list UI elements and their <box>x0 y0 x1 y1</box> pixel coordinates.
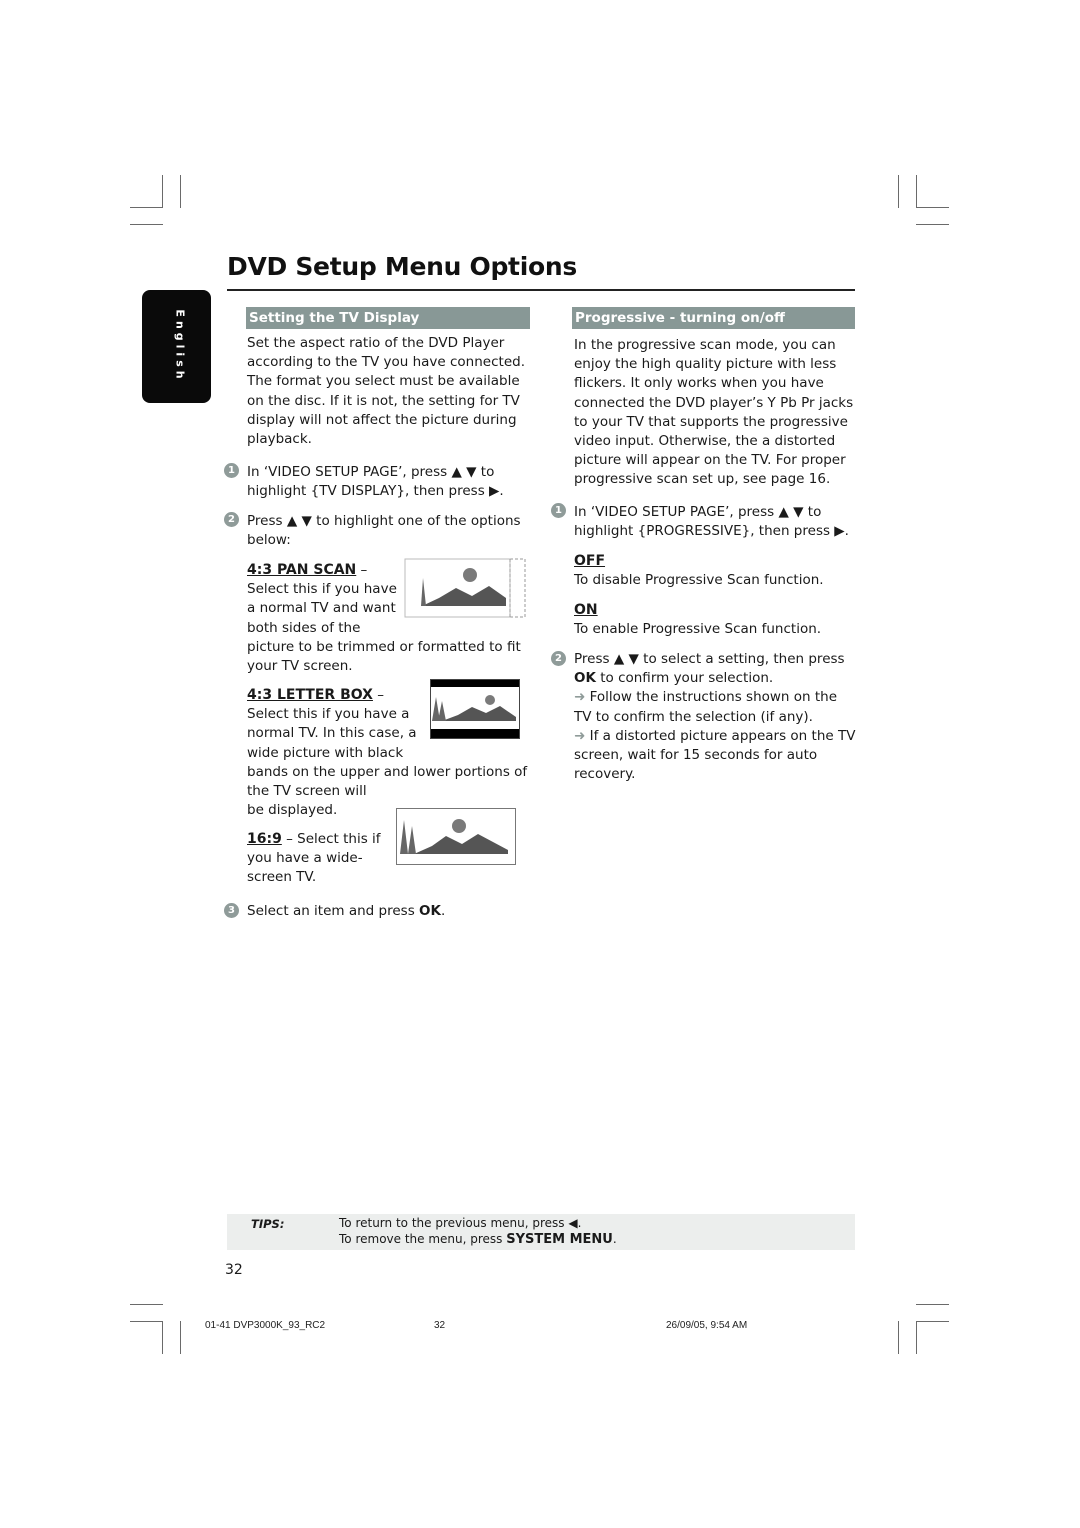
step-badge-1: 1 <box>224 463 239 478</box>
crop-mark <box>130 1304 163 1305</box>
section-heading-tv-display: Setting the TV Display <box>246 307 530 329</box>
page-number: 32 <box>225 1262 243 1278</box>
option-title: 4:3 PAN SCAN <box>247 562 357 578</box>
letterbox-illustration <box>430 679 520 739</box>
option-title: 4:3 LETTER BOX <box>247 687 373 703</box>
language-label: English <box>173 309 187 383</box>
tips-label: TIPS: <box>251 1217 285 1231</box>
pan-scan-illustration <box>404 558 526 618</box>
crop-mark <box>898 175 899 208</box>
widescreen-illustration <box>396 808 517 866</box>
setting-off: OFF To disable Progressive Scan function… <box>574 552 859 590</box>
crop-mark <box>130 224 163 225</box>
page-title: DVD Setup Menu Options <box>227 252 577 281</box>
step-3-text: Select an item and press OK. <box>247 903 446 919</box>
arrow-icon: ➜ <box>574 689 586 706</box>
crop-mark <box>162 1321 163 1354</box>
crop-mark <box>916 1321 949 1322</box>
language-tab: English <box>142 290 211 403</box>
crop-mark <box>916 1321 917 1354</box>
crop-mark <box>180 175 181 208</box>
setting-title: ON <box>574 602 598 618</box>
arrow-icon: ➜ <box>574 727 586 744</box>
step-2-text: Press ▲ ▼ to highlight one of the option… <box>247 513 521 549</box>
crop-mark <box>898 1321 899 1354</box>
step-badge-3: 3 <box>224 903 239 918</box>
step-badge-1: 1 <box>551 503 566 518</box>
progressive-intro: In the progressive scan mode, you can en… <box>574 337 854 488</box>
tv-display-intro: Set the aspect ratio of the DVD Player a… <box>247 335 525 448</box>
crop-mark <box>130 1321 163 1322</box>
setting-title: OFF <box>574 553 606 569</box>
progressive-step-2-text: Press ▲ ▼ to select a setting, then pres… <box>574 651 856 783</box>
footer-file: 01-41 DVP3000K_93_RC2 <box>205 1320 326 1331</box>
crop-mark <box>916 207 949 208</box>
footer-page: 32 <box>434 1320 446 1331</box>
crop-mark <box>130 207 163 208</box>
option-title: 16:9 <box>247 831 282 847</box>
title-divider <box>227 289 855 291</box>
tips-box: TIPS: To return to the previous menu, pr… <box>227 1214 855 1250</box>
step-1-text: In ‘VIDEO SETUP PAGE’, press ▲ ▼ to high… <box>247 464 504 500</box>
step-badge-2: 2 <box>224 512 239 527</box>
tips-line-2: To remove the menu, press SYSTEM MENU. <box>339 1232 617 1247</box>
crop-mark <box>916 224 949 225</box>
footer-timestamp: 26/09/05, 9:54 AM <box>666 1320 748 1331</box>
crop-mark <box>916 175 917 208</box>
option-16-9: 16:9 – Select this if you have a wide- s… <box>247 831 381 886</box>
progressive-step-1-text: In ‘VIDEO SETUP PAGE’, press ▲ ▼ to high… <box>574 504 849 540</box>
section-heading-progressive: Progressive - turning on/off <box>572 307 855 329</box>
setting-on: ON To enable Progressive Scan function. <box>574 601 859 639</box>
tips-line-1: To return to the previous menu, press ◀. <box>339 1216 582 1230</box>
crop-mark <box>180 1321 181 1354</box>
crop-mark <box>162 175 163 208</box>
crop-mark <box>916 1304 949 1305</box>
step-badge-2: 2 <box>551 651 566 666</box>
